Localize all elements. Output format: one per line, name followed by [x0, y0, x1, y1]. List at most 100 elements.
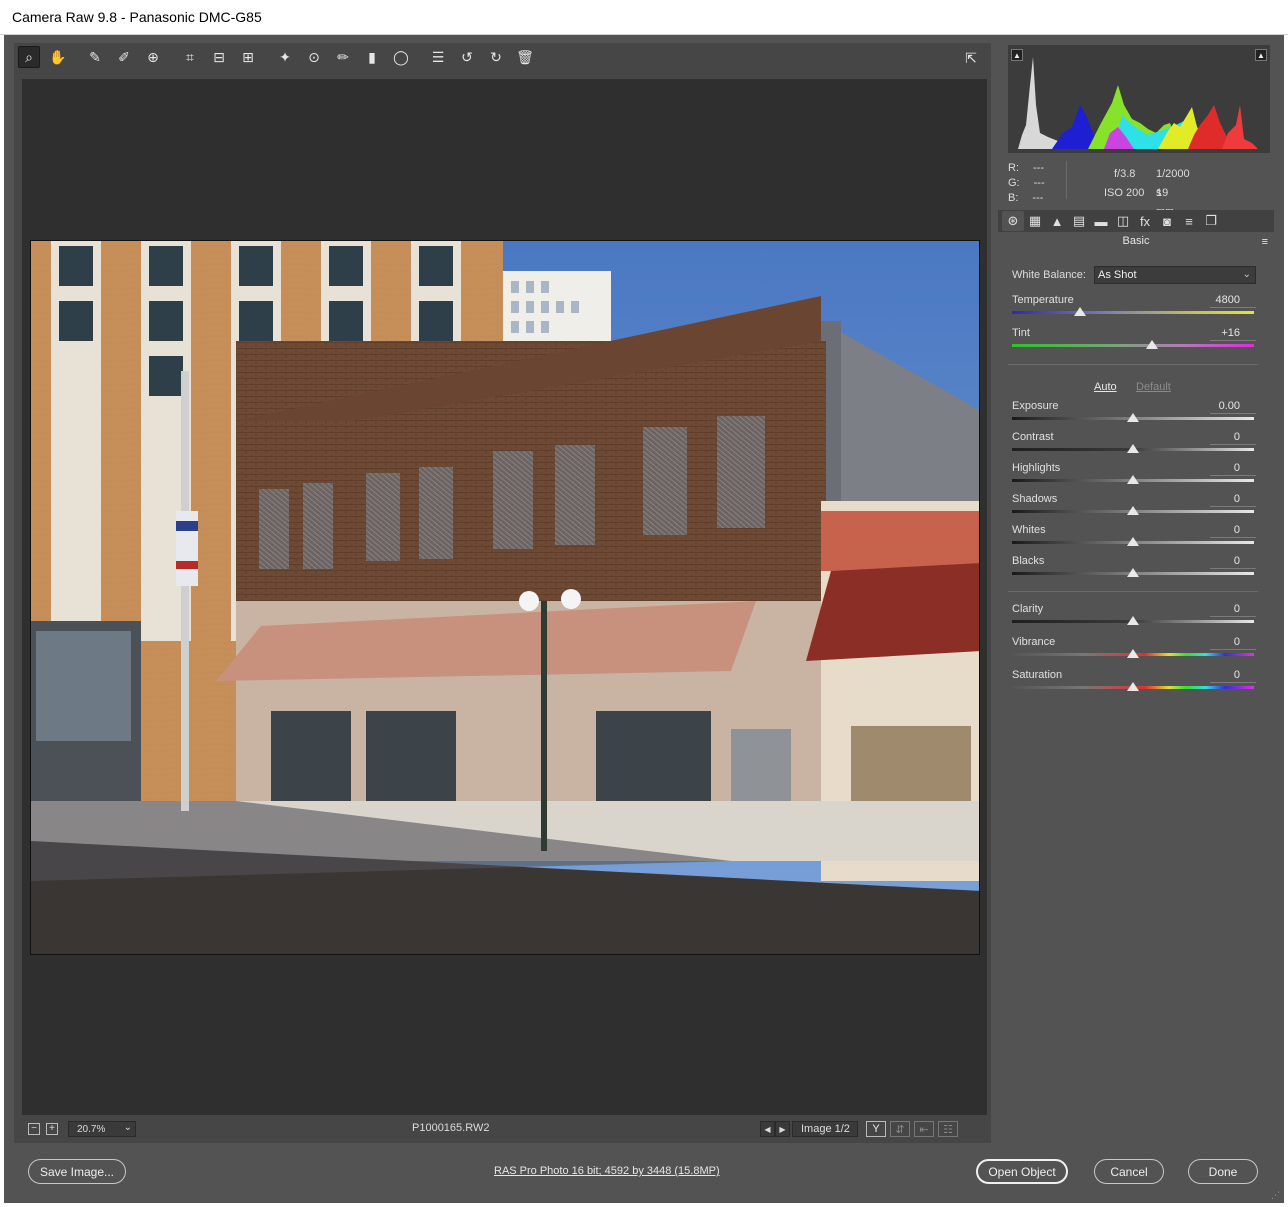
chevron-down-icon: ⌄ [1242, 269, 1251, 280]
shadows-value-field[interactable]: 0 [1210, 493, 1256, 507]
clarity-slider[interactable]: Clarity 0 [1012, 603, 1256, 633]
temperature-thumb[interactable] [1073, 307, 1086, 316]
exposure-thumb[interactable] [1127, 413, 1139, 422]
chevron-down-icon: ⌄ [123, 1122, 132, 1133]
whites-slider[interactable]: Whites 0 [1012, 524, 1256, 554]
clarity-value-field[interactable]: 0 [1210, 603, 1256, 617]
vibrance-value-field[interactable]: 0 [1210, 636, 1256, 650]
clarity-thumb[interactable] [1127, 616, 1139, 625]
zoom-out-button[interactable]: − [28, 1123, 40, 1135]
trash-icon[interactable]: 🗑 [514, 46, 536, 68]
temperature-slider[interactable]: Temperature 4800 [1012, 294, 1256, 324]
white-balance-select[interactable]: As Shot ⌄ [1094, 266, 1256, 284]
contrast-value-field[interactable]: 0 [1210, 431, 1256, 445]
saturation-thumb[interactable] [1127, 682, 1139, 691]
exposure-value-field[interactable]: 0.00 [1210, 400, 1256, 414]
view-settings-icon[interactable]: ☷ [938, 1121, 958, 1137]
whites-value-field[interactable]: 0 [1210, 524, 1256, 538]
default-button[interactable]: Default [1136, 381, 1171, 393]
highlights-value-field[interactable]: 0 [1210, 462, 1256, 476]
tint-slider[interactable]: Tint +16 [1012, 327, 1256, 357]
bottom-bar: Save Image... RAS Pro Photo 16 bit; 4592… [4, 1147, 1284, 1203]
list-icon[interactable]: ☰ [427, 46, 449, 68]
split-toning-icon[interactable]: ▬ [1090, 211, 1112, 231]
aperture-icon[interactable]: ⊛ [1002, 211, 1024, 231]
tint-track[interactable] [1012, 344, 1254, 347]
crop-icon[interactable]: ⌗ [179, 46, 201, 68]
rgb-readout: R: --- G: --- B: --- [1008, 161, 1045, 206]
rotate-right-icon[interactable]: ↻ [485, 46, 507, 68]
panel-menu-icon[interactable]: ≡ [1262, 236, 1268, 248]
detail-icon[interactable]: ▲ [1046, 211, 1068, 231]
auto-button[interactable]: Auto [1094, 381, 1117, 393]
temperature-value-field[interactable]: 4800 [1210, 294, 1256, 308]
blacks-slider[interactable]: Blacks 0 [1012, 555, 1256, 585]
swap-settings-icon[interactable]: ⇵ [890, 1121, 910, 1137]
hsl-icon[interactable]: ▤ [1068, 211, 1090, 231]
contrast-thumb[interactable] [1127, 444, 1139, 453]
exif-info: f/3.81/2000 s ISO 20019 mm [1104, 165, 1190, 218]
cancel-button[interactable]: Cancel [1094, 1159, 1164, 1184]
tint-value-field[interactable]: +16 [1210, 327, 1256, 341]
open-preferences-icon[interactable]: ⇱ [960, 47, 982, 69]
shadows-slider[interactable]: Shadows 0 [1012, 493, 1256, 523]
white-balance-value: As Shot [1098, 269, 1137, 281]
red-eye-icon[interactable]: ⊙ [303, 46, 325, 68]
zoom-in-button[interactable]: + [46, 1123, 58, 1135]
panel-title-text: Basic [1122, 235, 1150, 247]
vibrance-thumb[interactable] [1127, 649, 1139, 658]
rotate-left-icon[interactable]: ↺ [456, 46, 478, 68]
histogram: ▲ ▲ [1008, 45, 1270, 153]
image-count: Image 1/2 [792, 1121, 858, 1137]
vibrance-slider[interactable]: Vibrance 0 [1012, 636, 1256, 666]
shadows-thumb[interactable] [1127, 506, 1139, 515]
color-sampler-icon[interactable]: ✐ [113, 46, 135, 68]
copy-settings-icon[interactable]: ⇤ [914, 1121, 934, 1137]
save-image-button[interactable]: Save Image... [28, 1159, 126, 1184]
before-after-view-button[interactable]: Y [866, 1121, 886, 1137]
blacks-thumb[interactable] [1127, 568, 1139, 577]
lens-icon[interactable]: ◫ [1112, 211, 1134, 231]
next-image-button[interactable]: ▶ [775, 1121, 790, 1137]
zoom-level-select[interactable]: 20.7% ⌄ [68, 1121, 136, 1137]
done-button[interactable]: Done [1188, 1159, 1258, 1184]
brush-icon[interactable]: ✏ [332, 46, 354, 68]
tone-curve-icon[interactable]: ▦ [1024, 211, 1046, 231]
radial-filter-icon[interactable]: ◯ [390, 46, 412, 68]
workflow-options-link[interactable]: RAS Pro Photo 16 bit; 4592 by 3448 (15.8… [494, 1165, 720, 1177]
open-object-button[interactable]: Open Object [976, 1159, 1068, 1184]
eyedropper-icon[interactable]: ✎ [84, 46, 106, 68]
shadow-clipping-warning-icon[interactable]: ▲ [1011, 49, 1023, 61]
previous-image-button[interactable]: ◀ [760, 1121, 775, 1137]
histogram-graph [1018, 57, 1258, 149]
temperature-track[interactable] [1012, 311, 1254, 314]
blacks-label: Blacks [1012, 555, 1045, 567]
transform-icon[interactable]: ⊞ [237, 46, 259, 68]
saturation-value-field[interactable]: 0 [1210, 669, 1256, 683]
highlight-clipping-warning-icon[interactable]: ▲ [1255, 49, 1267, 61]
magnifier-icon[interactable]: ⌕ [18, 46, 40, 68]
blacks-value-field[interactable]: 0 [1210, 555, 1256, 569]
contrast-slider[interactable]: Contrast 0 [1012, 431, 1256, 461]
clarity-label: Clarity [1012, 603, 1044, 615]
exposure-slider[interactable]: Exposure 0.00 [1012, 400, 1256, 430]
spot-removal-icon[interactable]: ✦ [274, 46, 296, 68]
highlights-label: Highlights [1012, 462, 1061, 474]
saturation-slider[interactable]: Saturation 0 [1012, 669, 1256, 699]
highlights-slider[interactable]: Highlights 0 [1012, 462, 1256, 492]
target-icon[interactable]: ⊕ [142, 46, 164, 68]
r-value: --- [1033, 162, 1044, 174]
graduated-filter-icon[interactable]: ▮ [361, 46, 383, 68]
hand-icon[interactable]: ✋ [47, 46, 69, 68]
fx-icon[interactable]: fx [1134, 211, 1156, 231]
image-canvas[interactable] [22, 79, 987, 1115]
whites-thumb[interactable] [1127, 537, 1139, 546]
resize-grip-icon[interactable]: ⋰ [1271, 1190, 1280, 1201]
highlights-thumb[interactable] [1127, 475, 1139, 484]
camera-icon[interactable]: ◙ [1156, 211, 1178, 231]
level-icon[interactable]: ⊟ [208, 46, 230, 68]
tint-thumb[interactable] [1146, 340, 1159, 349]
presets-icon[interactable]: ≡ [1178, 211, 1200, 231]
panel-tabs: ⊛ ▦ ▲ ▤ ▬ ◫ fx ◙ ≡ ❐ [998, 210, 1274, 232]
snapshots-icon[interactable]: ❐ [1200, 211, 1222, 231]
